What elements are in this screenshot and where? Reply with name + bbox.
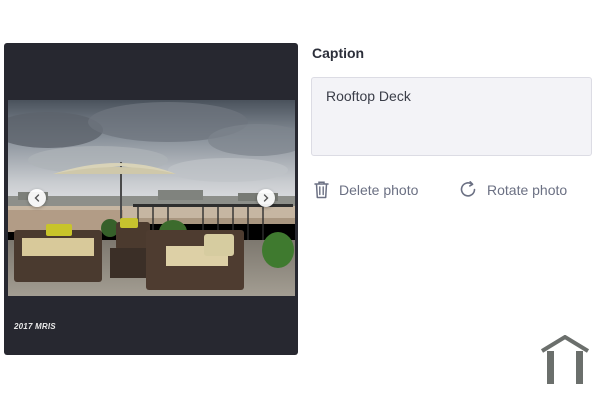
photo-viewer: 2017 MRIS — [4, 43, 298, 355]
photo-editor: 2017 MRIS Caption Rooftop Deck Delete ph… — [0, 0, 600, 395]
chevron-right-icon — [263, 194, 269, 202]
caption-input[interactable]: Rooftop Deck — [311, 77, 592, 156]
rotate-photo-button[interactable]: Rotate photo — [459, 180, 567, 199]
delete-photo-button[interactable]: Delete photo — [313, 180, 418, 199]
rooftop-deck-image — [8, 100, 295, 296]
trash-icon — [313, 180, 330, 199]
house-outline-icon — [539, 334, 591, 387]
rotate-photo-label: Rotate photo — [487, 181, 568, 198]
photo-watermark: 2017 MRIS — [14, 322, 56, 331]
caption-label: Caption — [312, 45, 365, 61]
previous-photo-button[interactable] — [28, 189, 46, 207]
chevron-left-icon — [34, 194, 40, 202]
rotate-icon — [459, 180, 478, 199]
next-photo-button[interactable] — [257, 189, 275, 207]
listing-photo[interactable] — [8, 100, 295, 296]
delete-photo-label: Delete photo — [339, 181, 419, 198]
